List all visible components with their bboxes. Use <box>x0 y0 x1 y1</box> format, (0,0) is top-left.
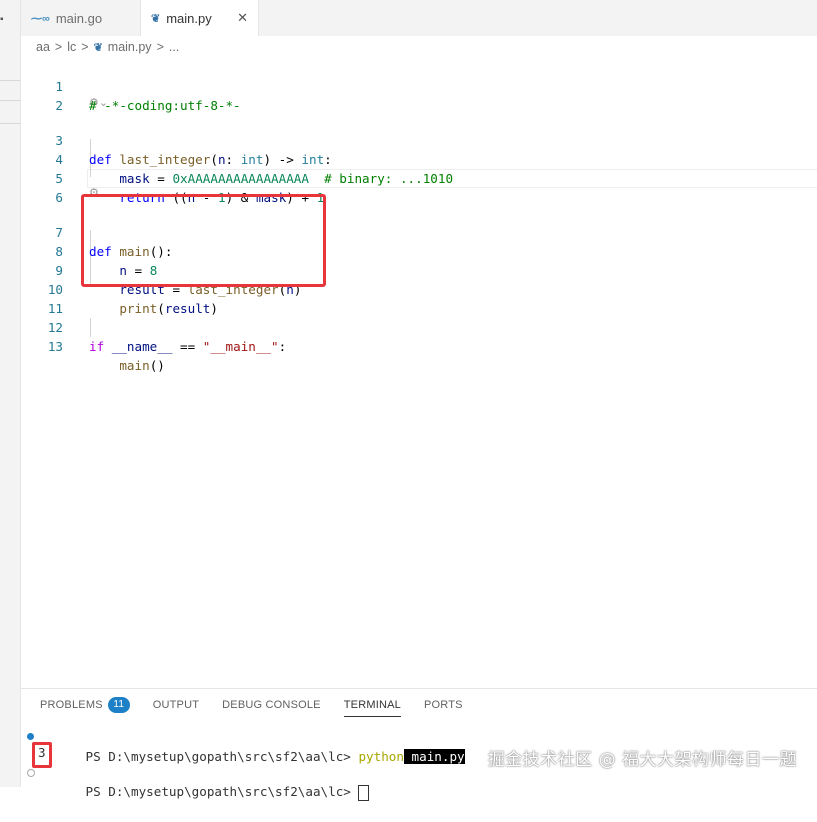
annotation-highlight-box <box>81 194 326 287</box>
activity-divider <box>0 100 20 101</box>
code-text: main() <box>119 358 165 373</box>
tab-problems[interactable]: PROBLEMS 11 <box>40 697 130 717</box>
tab-label: DEBUG CONSOLE <box>222 699 321 711</box>
code-line: 13 main() <box>21 318 817 373</box>
activity-bar: ▪ <box>0 0 21 787</box>
breadcrumb: aa > lc > ❦ main.py > ... <box>36 38 179 56</box>
tab-label: PORTS <box>423 699 463 711</box>
python-file-icon: ❦ <box>93 41 103 54</box>
problems-count-badge: 11 <box>107 697 130 713</box>
tab-main-py[interactable]: ❦ main.py ✕ <box>141 0 259 36</box>
tab-terminal[interactable]: TERMINAL <box>343 697 401 717</box>
code-line: 4 mask = 0xAAAAAAAAAAAAAAAA # binary: ..… <box>21 131 817 186</box>
python-file-icon: ❦ <box>151 12 161 25</box>
tab-label: PROBLEMS <box>40 699 103 711</box>
tab-debug-console[interactable]: DEBUG CONSOLE <box>222 697 321 717</box>
bottom-panel: PROBLEMS 11 OUTPUT DEBUG CONSOLE TERMINA… <box>21 688 817 801</box>
code-line: 12 if __name__ == "__main__": <box>21 299 817 354</box>
code-line: 3 def last_integer(n: int) -> int: <box>21 112 817 167</box>
code-line: 5 return ((n - 1) & mask) + 1 <box>21 150 817 205</box>
terminal-selected-text: main.py <box>403 749 465 764</box>
chevron-right-icon: > <box>81 40 89 54</box>
line-number: 13 <box>47 339 63 354</box>
activity-divider <box>0 80 20 81</box>
go-file-icon: ⁓∞ <box>31 12 50 25</box>
tab-output[interactable]: OUTPUT <box>153 697 199 717</box>
tab-label: OUTPUT <box>152 699 200 711</box>
code-line: 6 <box>21 169 817 205</box>
tab-label: main.py <box>166 10 212 26</box>
watermark: 掘金技术社区 @ 福大大架构师每日一题 <box>487 750 797 770</box>
activity-divider <box>0 123 20 124</box>
close-icon[interactable]: ✕ <box>237 10 248 26</box>
tab-label: main.go <box>55 10 103 26</box>
chevron-right-icon: > <box>54 40 63 54</box>
code-line: 2 <box>21 77 817 113</box>
code-line: 1 # -*-coding:utf-8-*- <box>21 58 817 113</box>
breadcrumb-item-lc[interactable]: lc <box>67 40 76 54</box>
command-pending-icon <box>27 769 35 777</box>
panel-tab-bar: PROBLEMS 11 OUTPUT DEBUG CONSOLE TERMINA… <box>40 697 486 717</box>
editor-tab-bar: ⁓∞ main.go ❦ main.py ✕ <box>21 0 817 36</box>
tab-main-go[interactable]: ⁓∞ main.go <box>21 0 141 36</box>
terminal-line: PS D:\mysetup\gopath\src\sf2\aa\lc> pyth… <box>40 727 465 764</box>
code-text: if __name__ == "__main__": <box>89 339 287 354</box>
tab-label: TERMINAL <box>343 698 401 711</box>
terminal-prompt: PS D:\mysetup\gopath\src\sf2\aa\lc> <box>85 784 359 799</box>
activity-marker: ▪ <box>0 14 4 25</box>
command-success-icon <box>27 733 34 740</box>
terminal-line: PS D:\mysetup\gopath\src\sf2\aa\lc> <box>40 762 370 801</box>
breadcrumb-item-aa[interactable]: aa <box>36 40 50 54</box>
breadcrumb-item-file[interactable]: main.py <box>108 40 152 54</box>
code-editor[interactable]: ⚙⌄ ⚙ 1 # -*-coding:utf-8-*- 2 3 def last… <box>21 58 817 688</box>
chevron-right-icon: > <box>156 40 164 54</box>
tab-ports[interactable]: PORTS <box>424 697 463 717</box>
breadcrumb-item-symbols[interactable]: ... <box>169 40 179 54</box>
